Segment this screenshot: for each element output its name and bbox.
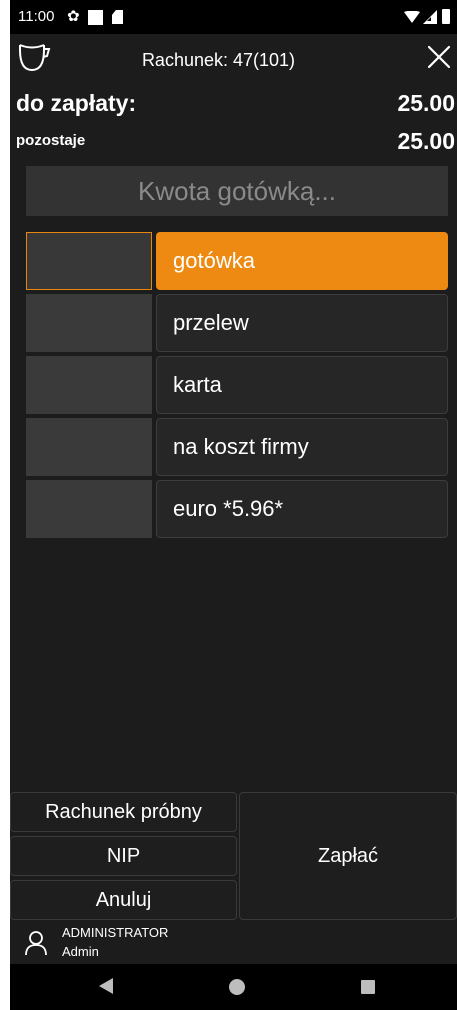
system-nav-bar <box>10 964 457 1010</box>
payment-method-euro[interactable]: euro *5.96* <box>156 480 448 538</box>
amount-due-value: 25.00 <box>397 90 455 116</box>
wifi-icon <box>404 11 420 23</box>
back-icon[interactable] <box>99 978 113 994</box>
test-bill-button[interactable]: Rachunek próbny <box>10 792 237 832</box>
remaining-row: pozostaje 25.00 <box>10 128 457 160</box>
square-icon <box>88 10 103 25</box>
payment-method-card[interactable]: karta <box>156 356 448 414</box>
payment-method-row: euro *5.96* <box>26 480 448 538</box>
cash-amount-input[interactable] <box>26 166 448 216</box>
title-bar: Rachunek: 47(101) <box>10 34 457 88</box>
payment-method-row: na koszt firmy <box>26 418 448 476</box>
pay-button[interactable]: Zapłać <box>239 792 457 920</box>
payment-amount-box-cash[interactable] <box>26 232 152 290</box>
nip-button[interactable]: NIP <box>10 836 237 876</box>
status-time: 11:00 <box>18 8 55 25</box>
sd-card-icon <box>112 10 123 24</box>
close-icon[interactable] <box>426 44 452 70</box>
user-role: ADMINISTRATOR <box>62 925 169 940</box>
payment-amount-box-transfer[interactable] <box>26 294 152 352</box>
user-icon <box>25 931 47 956</box>
payment-amount-box-card[interactable] <box>26 356 152 414</box>
cancel-button[interactable]: Anuluj <box>10 880 237 920</box>
recent-apps-icon[interactable] <box>361 980 375 994</box>
gear-icon: ✿ <box>67 8 80 25</box>
remaining-value: 25.00 <box>397 128 455 154</box>
action-buttons: Rachunek próbny NIP Anuluj Zapłać <box>10 792 457 920</box>
signal-icon <box>423 10 437 24</box>
payment-method-row: przelew <box>26 294 448 352</box>
user-bar: ADMINISTRATOR Admin <box>10 920 457 964</box>
payment-method-company-expense[interactable]: na koszt firmy <box>156 418 448 476</box>
payment-method-transfer[interactable]: przelew <box>156 294 448 352</box>
payment-methods-list: gotówka przelew karta na koszt firmy eur… <box>26 232 448 542</box>
amount-due-label: do zapłaty: <box>16 90 137 116</box>
payment-screen: Rachunek: 47(101) do zapłaty: 25.00 pozo… <box>10 34 457 964</box>
remaining-label: pozostaje <box>16 132 86 149</box>
bill-title: Rachunek: 47(101) <box>141 50 296 70</box>
phone-screen: 11:00 ✿ Rachunek: 47(101) do zapłaty: 25… <box>10 0 457 1010</box>
payment-method-row: karta <box>26 356 448 414</box>
battery-icon <box>442 9 450 24</box>
home-icon[interactable] <box>229 979 245 995</box>
payment-method-cash[interactable]: gotówka <box>156 232 448 290</box>
payment-method-row: gotówka <box>26 232 448 290</box>
status-bar: 11:00 ✿ <box>10 0 457 34</box>
amount-due-row: do zapłaty: 25.00 <box>10 90 457 126</box>
payment-amount-box-company[interactable] <box>26 418 152 476</box>
user-name: Admin <box>62 944 99 959</box>
payment-amount-box-euro[interactable] <box>26 480 152 538</box>
